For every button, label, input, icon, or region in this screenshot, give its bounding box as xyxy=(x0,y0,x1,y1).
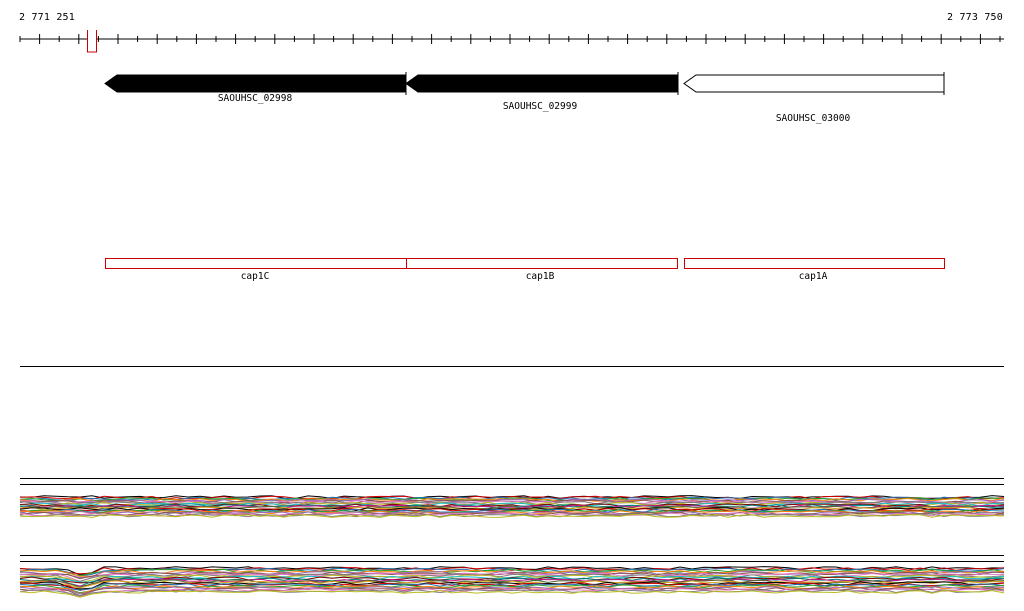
gene-track: SAOUHSC_02998 SAOUHSC_02999 SAOUHSC_0300… xyxy=(104,72,945,124)
gene-label-saouhsc-03000: SAOUHSC_03000 xyxy=(776,113,851,124)
gene-label-saouhsc-02999: SAOUHSC_02999 xyxy=(503,101,578,112)
genome-browser: 2 771 251 2 773 750 SAOUHSC_02998 SAOUHS… xyxy=(0,0,1024,611)
feature-label-cap1b: cap1B xyxy=(526,271,555,282)
track-canvas: SAOUHSC_02998 SAOUHSC_02999 SAOUHSC_0300… xyxy=(19,30,1005,598)
feature-label-cap1a: cap1A xyxy=(799,271,828,282)
gene-label-saouhsc-02998: SAOUHSC_02998 xyxy=(218,93,293,104)
gene-arrow-saouhsc-02999[interactable] xyxy=(405,74,679,93)
coordinate-ruler xyxy=(19,30,1004,53)
ruler-position-marker[interactable] xyxy=(87,30,97,53)
feature-box-cap1a[interactable] xyxy=(684,258,945,269)
feature-box-cap1c[interactable] xyxy=(105,258,407,269)
gene-arrow-saouhsc-02998[interactable] xyxy=(104,74,407,93)
coverage-track-upper xyxy=(19,495,1005,518)
feature-track: cap1C cap1B cap1A xyxy=(105,258,945,282)
feature-box-cap1b[interactable] xyxy=(406,258,678,269)
gene-arrow-saouhsc-03000[interactable] xyxy=(683,74,945,93)
coverage-track-lower xyxy=(19,566,1005,598)
feature-label-cap1c: cap1C xyxy=(241,271,270,282)
